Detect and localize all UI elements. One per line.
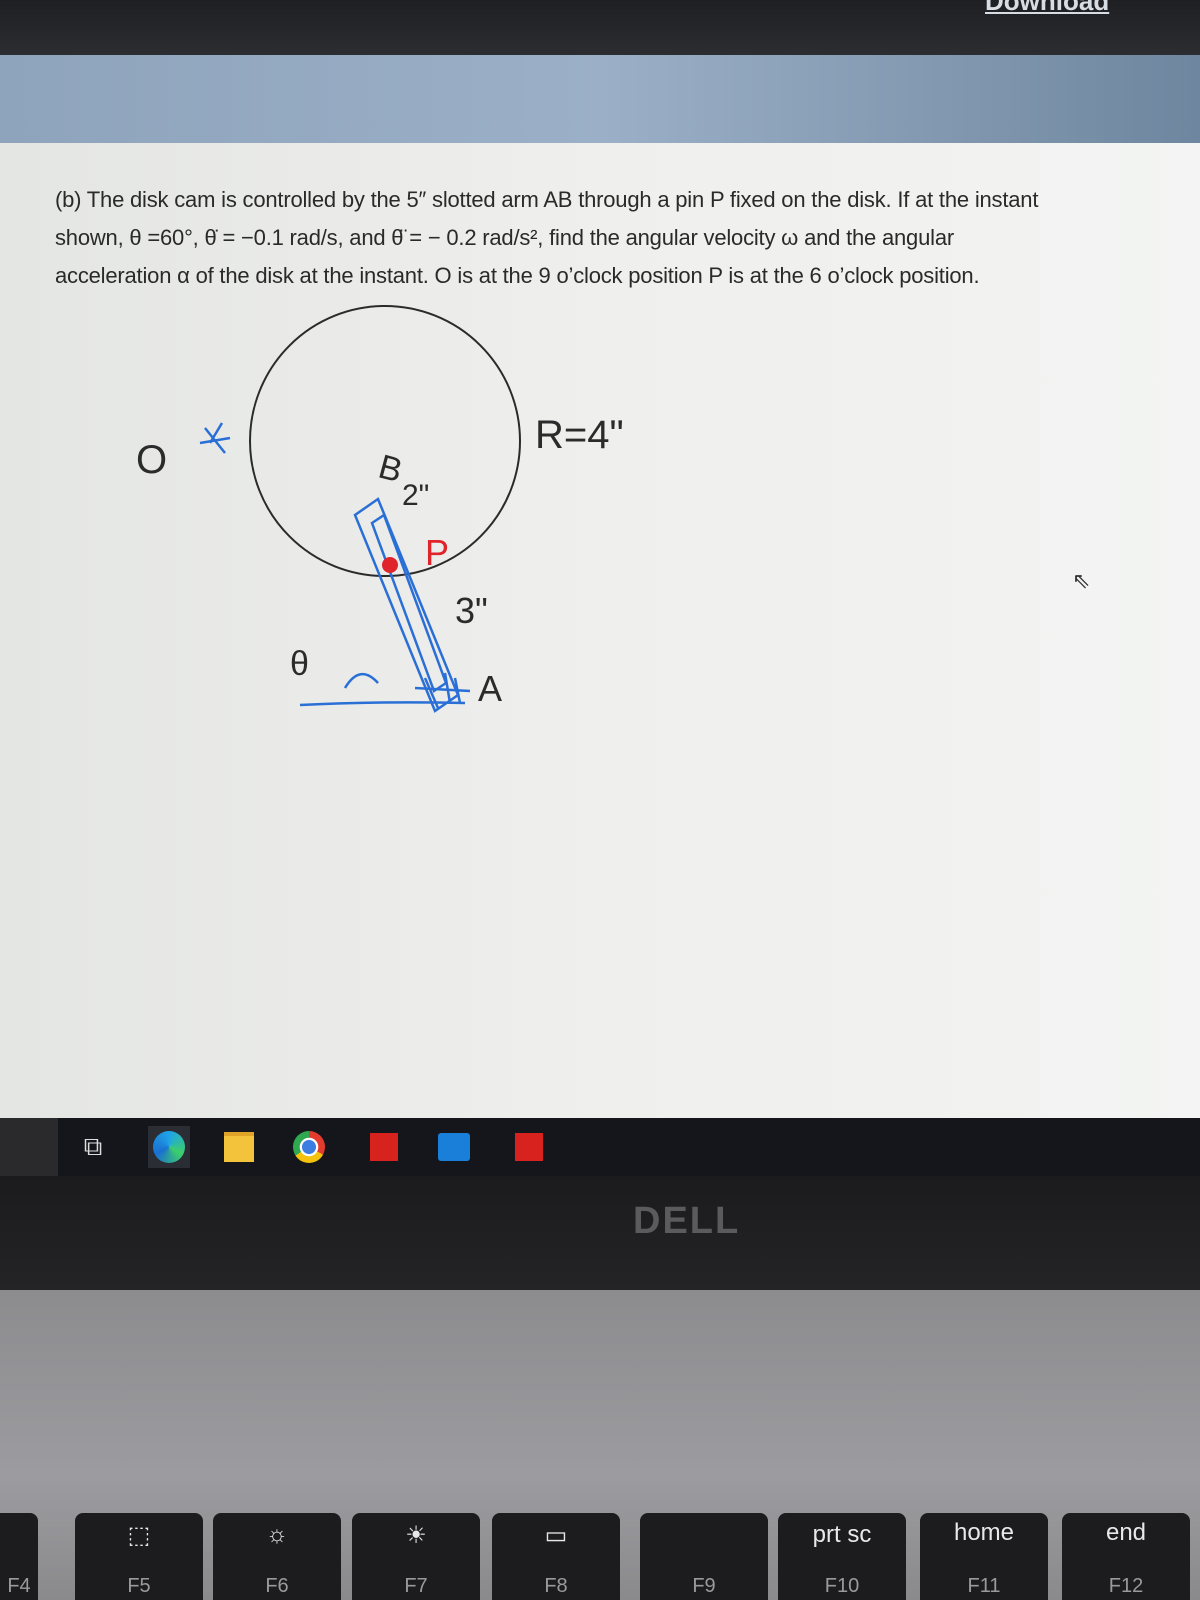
app-header-bar <box>0 55 1200 143</box>
key-f11-home[interactable]: home F11 <box>920 1513 1048 1600</box>
label-p: P <box>425 532 449 573</box>
key-f4[interactable]: F4 <box>0 1513 38 1600</box>
label-2in: 2" <box>402 479 429 512</box>
pin-p-dot <box>382 557 398 573</box>
taskbar: ⧉ <box>58 1118 1200 1176</box>
key-f12-end[interactable]: end F12 <box>1062 1513 1190 1600</box>
dell-logo: DELL <box>633 1200 741 1242</box>
key-f6[interactable]: ☼ F6 <box>213 1513 341 1600</box>
cam-diagram: O R=4" B 2" P 3" A θ ⇖ <box>136 305 1090 713</box>
key-f10-prtsc[interactable]: prt sc F10 <box>778 1513 906 1600</box>
app-red-castle-icon[interactable] <box>508 1126 550 1168</box>
key-f5[interactable]: ⬚ F5 <box>75 1513 203 1600</box>
label-radius: R=4" <box>535 413 624 457</box>
chrome-icon[interactable] <box>288 1126 330 1168</box>
disk-circle <box>249 305 521 577</box>
app-red-castle-icon[interactable] <box>363 1126 405 1168</box>
file-explorer-icon[interactable] <box>218 1126 260 1168</box>
label-a: A <box>478 668 502 709</box>
mouse-cursor-icon: ⇖ <box>1072 568 1090 593</box>
edge-icon[interactable] <box>148 1126 190 1168</box>
key-f7[interactable]: ☀ F7 <box>352 1513 480 1600</box>
document-content: (b) The disk cam is controlled by the 5″… <box>0 143 1200 1118</box>
key-f9[interactable]: F9 <box>640 1513 768 1600</box>
download-button[interactable]: Download <box>985 0 1109 17</box>
label-o: O <box>136 438 167 482</box>
label-3in: 3" <box>455 590 488 631</box>
task-view-icon[interactable]: ⧉ <box>72 1126 114 1168</box>
key-f8[interactable]: ▭ F8 <box>492 1513 620 1600</box>
outlook-icon[interactable] <box>433 1126 475 1168</box>
screen-bezel-top: Download <box>0 0 1200 55</box>
laptop-bezel: DELL <box>0 1176 1200 1291</box>
label-theta: θ <box>290 645 309 683</box>
